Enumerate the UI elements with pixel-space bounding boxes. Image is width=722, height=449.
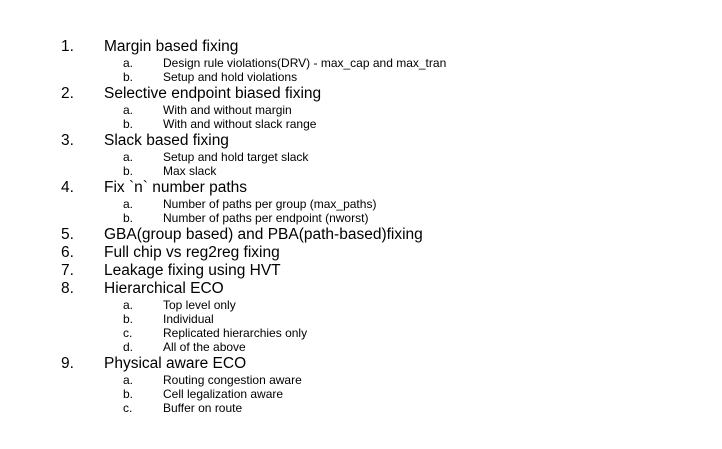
subitem-list: a. Number of paths per group (max_paths) b… xyxy=(0,197,722,226)
subitem-label: Setup and hold violations xyxy=(163,70,298,84)
subitem: c. Buffer on route xyxy=(0,401,722,415)
outline-item-heading: 7. Leakage fixing using HVT xyxy=(0,262,722,280)
item-label: Leakage fixing using HVT xyxy=(104,262,281,279)
subitem: a. Design rule violations(DRV) - max_cap … xyxy=(0,56,722,70)
item-label: Hierarchical ECO xyxy=(104,280,224,297)
subitem-label: Setup and hold target slack xyxy=(163,150,309,164)
subitem-label: With and without slack range xyxy=(163,117,317,131)
subitem-label: Number of paths per endpoint (nworst) xyxy=(163,211,369,225)
subitem-label: Buffer on route xyxy=(163,401,243,415)
outline-item: 4. Fix `n` number paths a. Number of paths … xyxy=(0,179,722,226)
outline-item-heading: 1. Margin based fixing xyxy=(0,38,722,56)
subitem: d. All of the above xyxy=(0,340,722,354)
outline-item-heading: 5. GBA(group based) and PBA(path-based)fi… xyxy=(0,226,722,244)
subitem: a. Routing congestion aware xyxy=(0,373,722,387)
item-number: 5. xyxy=(61,226,74,243)
subitem: b. With and without slack range xyxy=(0,117,722,131)
subitem-letter: b. xyxy=(123,70,134,84)
subitem: b. Cell legalization aware xyxy=(0,387,722,401)
item-number: 7. xyxy=(61,262,74,279)
outline-item: 3. Slack based fixing a. Setup and hold tar… xyxy=(0,132,722,179)
subitem-letter: a. xyxy=(123,298,134,312)
item-label: Physical aware ECO xyxy=(104,355,247,372)
subitem-letter: a. xyxy=(123,197,134,211)
item-label: GBA(group based) and PBA(path-based)fixi… xyxy=(104,226,423,243)
subitem-letter: b. xyxy=(123,164,134,178)
subitem: b. Max slack xyxy=(0,164,722,178)
outline-item-heading: 3. Slack based fixing xyxy=(0,132,722,150)
subitem-letter: a. xyxy=(123,150,134,164)
item-number: 8. xyxy=(61,280,74,297)
subitem: a. Top level only xyxy=(0,298,722,312)
subitem: a. With and without margin xyxy=(0,103,722,117)
subitem-letter: d. xyxy=(123,340,134,354)
subitem-label: Number of paths per group (max_paths) xyxy=(163,197,377,211)
subitem-label: Routing congestion aware xyxy=(163,373,302,387)
subitem: b. Number of paths per endpoint (nworst) xyxy=(0,211,722,225)
subitem-label: Max slack xyxy=(163,164,217,178)
subitem-label: Design rule violations(DRV) - max_cap an… xyxy=(163,56,447,70)
outline-item: 5. GBA(group based) and PBA(path-based)fi… xyxy=(0,226,722,244)
item-label: Margin based fixing xyxy=(104,38,239,55)
item-number: 1. xyxy=(61,38,74,55)
subitem-list: a. With and without margin b. With and with… xyxy=(0,103,722,132)
outline-item-heading: 9. Physical aware ECO xyxy=(0,355,722,373)
subitem: b. Individual xyxy=(0,312,722,326)
subitem-letter: b. xyxy=(123,387,134,401)
subitem-list: a. Top level only b. Individual c. Replicated… xyxy=(0,298,722,355)
item-number: 9. xyxy=(61,355,74,372)
subitem-letter: c. xyxy=(123,326,133,340)
outline-item: 2. Selective endpoint biased fixing a. With… xyxy=(0,85,722,132)
outline-item-heading: 6. Full chip vs reg2reg fixing xyxy=(0,244,722,262)
subitem-letter: b. xyxy=(123,312,134,326)
subitem: c. Replicated hierarchies only xyxy=(0,326,722,340)
subitem: b. Setup and hold violations xyxy=(0,70,722,84)
outline-item-heading: 4. Fix `n` number paths xyxy=(0,179,722,197)
outline-item: 7. Leakage fixing using HVT xyxy=(0,262,722,280)
outline-item-heading: 8. Hierarchical ECO xyxy=(0,280,722,298)
outline-item: 1. Margin based fixing a. Design rule viola… xyxy=(0,38,722,85)
subitem-label: Top level only xyxy=(163,298,236,312)
item-label: Selective endpoint biased fixing xyxy=(104,85,322,102)
subitem-letter: a. xyxy=(123,373,134,387)
document-outline: 1. Margin based fixing a. Design rule viola… xyxy=(0,38,722,416)
subitem-letter: b. xyxy=(123,211,134,225)
item-number: 6. xyxy=(61,244,74,261)
subitem-label: With and without margin xyxy=(163,103,292,117)
subitem-list: a. Routing congestion aware b. Cell legaliz… xyxy=(0,373,722,416)
subitem-letter: a. xyxy=(123,56,134,70)
subitem: a. Number of paths per group (max_paths) xyxy=(0,197,722,211)
item-label: Full chip vs reg2reg fixing xyxy=(104,244,280,261)
outline-item: 8. Hierarchical ECO a. Top level only b. Indi… xyxy=(0,280,722,355)
item-label: Slack based fixing xyxy=(104,132,229,149)
subitem-letter: b. xyxy=(123,117,134,131)
subitem-list: a. Design rule violations(DRV) - max_cap … xyxy=(0,56,722,85)
subitem-list: a. Setup and hold target slack b. Max slack xyxy=(0,150,722,179)
item-number: 4. xyxy=(61,179,74,196)
item-number: 3. xyxy=(61,132,74,149)
item-number: 2. xyxy=(61,85,74,102)
subitem-letter: c. xyxy=(123,401,133,415)
outline-item: 6. Full chip vs reg2reg fixing xyxy=(0,244,722,262)
subitem-label: Replicated hierarchies only xyxy=(163,326,308,340)
subitem-label: Cell legalization aware xyxy=(163,387,284,401)
subitem-label: Individual xyxy=(163,312,214,326)
subitem: a. Setup and hold target slack xyxy=(0,150,722,164)
subitem-letter: a. xyxy=(123,103,134,117)
outline-item-heading: 2. Selective endpoint biased fixing xyxy=(0,85,722,103)
subitem-label: All of the above xyxy=(163,340,246,354)
item-label: Fix `n` number paths xyxy=(104,179,247,196)
outline-item: 9. Physical aware ECO a. Routing congestion… xyxy=(0,355,722,416)
